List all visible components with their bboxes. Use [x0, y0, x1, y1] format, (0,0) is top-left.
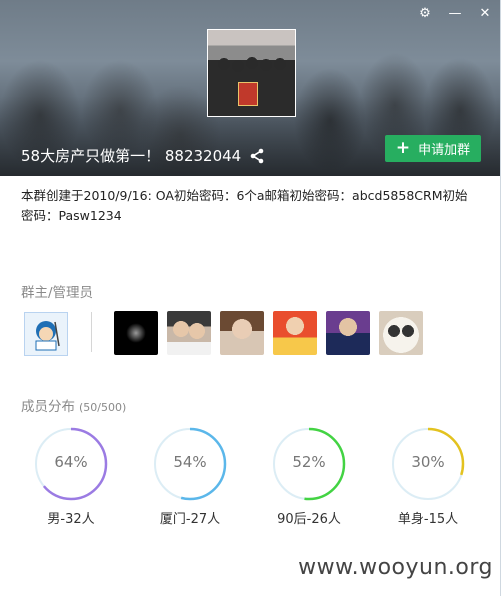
members-count: (50/500) [79, 401, 127, 414]
group-title: 58大房产只做第一！ 88232044 [21, 145, 265, 166]
member-stat: 30% 单身-15人 [378, 424, 478, 527]
group-avatar[interactable] [207, 29, 296, 117]
stat-percent: 52% [292, 453, 326, 471]
group-profile-window: ⚙ — ✕ 58大房产只做第一！ 88232044 + 申请加群 本群创建于20… [0, 0, 501, 596]
close-icon[interactable]: ✕ [477, 6, 493, 21]
minimize-icon[interactable]: — [447, 6, 463, 21]
admin-avatar[interactable] [220, 311, 264, 355]
owner-avatar-image [35, 321, 60, 351]
admin-avatar[interactable] [167, 311, 211, 355]
stat-caption: 单身-15人 [397, 512, 459, 527]
admin-avatar[interactable] [326, 311, 370, 355]
watermark: www.wooyun.org [298, 555, 493, 580]
admin-avatar[interactable] [114, 311, 158, 355]
group-name: 58大房产只做第一！ 88232044 [21, 147, 242, 165]
admin-avatar[interactable] [273, 311, 317, 355]
admins-section-label: 群主/管理员 [21, 285, 94, 301]
stat-caption: 厦门-27人 [159, 512, 221, 527]
window-controls: ⚙ — ✕ [417, 6, 493, 21]
members-section-title: 成员分布 [21, 399, 75, 415]
settings-icon[interactable]: ⚙ [417, 6, 433, 21]
share-icon[interactable] [249, 148, 265, 164]
admin-list [114, 311, 423, 355]
owner-avatar[interactable] [24, 312, 68, 356]
member-stat: 54% 厦门-27人 [140, 424, 240, 527]
join-group-label: 申请加群 [418, 143, 471, 158]
stat-percent: 64% [54, 453, 88, 471]
join-group-button[interactable]: + 申请加群 [385, 135, 481, 162]
stat-percent: 54% [173, 453, 207, 471]
members-section-label: 成员分布 (50/500) [21, 395, 126, 415]
group-description: 本群创建于2010/9/16: OA初始密码：6个a邮箱初始密码：abcd585… [21, 188, 468, 223]
group-banner: ⚙ — ✕ 58大房产只做第一！ 88232044 + 申请加群 [0, 0, 501, 176]
stat-caption: 90后-26人 [277, 512, 341, 527]
admin-avatar[interactable] [379, 311, 423, 355]
member-stat: 52% 90后-26人 [259, 424, 359, 527]
member-stat: 64% 男-32人 [21, 424, 121, 527]
plus-icon: + [395, 138, 411, 158]
group-avatar-flag [238, 82, 258, 106]
admin-divider [91, 312, 92, 352]
stat-caption: 男-32人 [47, 512, 95, 527]
stat-percent: 30% [411, 453, 445, 471]
